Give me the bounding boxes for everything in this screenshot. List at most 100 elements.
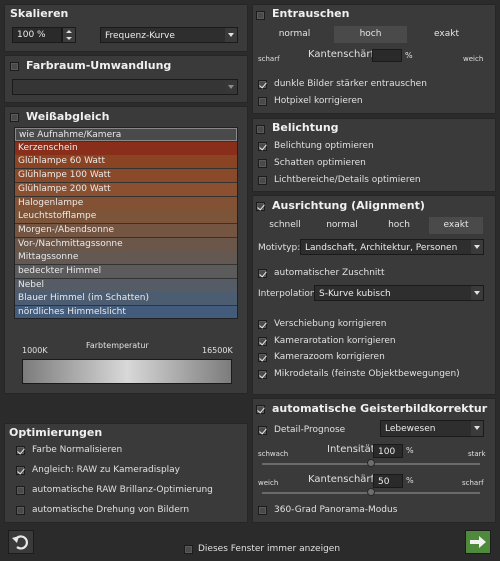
whitebalance-title: Weißabgleich xyxy=(26,110,110,123)
intensity-slider-knob[interactable] xyxy=(367,459,375,467)
option-label: Belichtung optimieren xyxy=(274,141,374,151)
wb-list-item[interactable]: bedeckter Himmel xyxy=(15,265,237,278)
scale-title: Skalieren xyxy=(10,7,69,20)
interp-value: S-Kurve kubisch xyxy=(319,289,391,299)
motiv-label: Motivtyp: xyxy=(258,243,301,253)
chevron-down-icon xyxy=(225,28,237,42)
option-label: Kamerazoom korrigieren xyxy=(274,352,385,362)
option-label: Schatten optimieren xyxy=(274,158,366,168)
scale-method-dropdown[interactable]: Frequenz-Kurve xyxy=(100,27,238,43)
wb-list-item[interactable]: Mittagssonne xyxy=(15,251,237,265)
intensity-field[interactable]: 100 xyxy=(373,444,403,458)
autocrop-label: automatischer Zuschnitt xyxy=(274,268,385,278)
autocrop-checkbox[interactable] xyxy=(258,269,267,278)
intensity-label: Intensität xyxy=(327,444,375,455)
panorama-checkbox[interactable] xyxy=(258,506,267,515)
denoise-sharp-field[interactable] xyxy=(372,49,402,62)
mode-button-normal[interactable]: normal xyxy=(315,217,369,234)
option-checkbox[interactable] xyxy=(16,466,25,475)
mode-button-hoch[interactable]: hoch xyxy=(372,217,426,234)
scale-stepper[interactable] xyxy=(62,27,76,43)
align-checkbox[interactable] xyxy=(256,202,265,211)
option-label: automatische Drehung von Bildern xyxy=(32,505,190,515)
wb-list-item[interactable]: Blauer Himmel (im Schatten) xyxy=(15,292,237,306)
wb-list-item[interactable]: Vor-/Nachmittagssonne xyxy=(15,237,237,251)
detail-checkbox[interactable] xyxy=(258,426,267,435)
wb-list-item[interactable]: Morgen-/Abendsonne xyxy=(15,223,237,237)
denoise-right-label: weich xyxy=(463,55,484,63)
intensity-unit: % xyxy=(406,446,414,455)
temp-min-label: 1000K xyxy=(22,346,48,355)
sharp-slider-knob[interactable] xyxy=(367,488,375,496)
mode-button-hoch[interactable]: hoch xyxy=(334,26,407,43)
temperature-bar[interactable] xyxy=(22,359,232,384)
option-checkbox[interactable] xyxy=(258,369,267,379)
option-checkbox[interactable] xyxy=(258,353,267,362)
colorspace-dropdown[interactable] xyxy=(12,79,238,95)
option-checkbox[interactable] xyxy=(258,320,267,329)
denoise-unit: % xyxy=(405,51,413,60)
colorspace-checkbox[interactable] xyxy=(10,62,19,71)
denoise-hotpixel-checkbox[interactable] xyxy=(258,97,267,106)
option-checkbox[interactable] xyxy=(258,336,267,346)
align-title: Ausrichtung (Alignment) xyxy=(272,199,425,212)
ghost-sharp-field[interactable]: 50 xyxy=(373,474,403,488)
wb-list-item[interactable]: Halogenlampe xyxy=(15,196,237,210)
temp-title-label: Farbtemperatur xyxy=(86,341,149,350)
denoise-dark-checkbox[interactable] xyxy=(258,80,267,89)
wb-list-item[interactable]: Glühlampe 60 Watt xyxy=(15,155,237,169)
whitebalance-checkbox[interactable] xyxy=(10,113,19,122)
option-label: Angleich: RAW zu Kameradisplay xyxy=(32,465,180,475)
wb-list-item[interactable]: Nebel xyxy=(15,278,237,292)
denoise-left-label: scharf xyxy=(258,55,280,63)
mode-button-exakt[interactable]: exakt xyxy=(410,26,483,43)
option-label: Lichtbereiche/Details optimieren xyxy=(274,175,421,185)
whitebalance-list[interactable]: wie Aufnahme/Kamera Kerzenschein Glühlampe… xyxy=(14,127,238,319)
mode-button-normal[interactable]: normal xyxy=(258,26,331,43)
wb-list-item[interactable]: Leuchtstofflampe xyxy=(15,210,237,224)
denoise-hotpixel-label: Hotpixel korrigieren xyxy=(274,96,363,106)
denoise-dark-label: dunkle Bilder stärker entrauschen xyxy=(274,79,427,89)
undo-button[interactable] xyxy=(8,530,34,554)
sharp-right-label: scharf xyxy=(462,479,484,487)
option-checkbox[interactable] xyxy=(258,176,267,185)
wb-list-item[interactable]: Kerzenschein xyxy=(15,141,237,155)
scale-percent-field[interactable]: 100 % xyxy=(12,27,62,43)
panorama-label: 360-Grad Panorama-Modus xyxy=(274,505,398,515)
option-checkbox[interactable] xyxy=(258,159,267,168)
option-checkbox[interactable] xyxy=(258,142,267,151)
mode-button-schnell[interactable]: schnell xyxy=(258,217,312,234)
wb-list-item[interactable]: Glühlampe 100 Watt xyxy=(15,169,237,183)
stepper-arrows-icon xyxy=(66,30,72,40)
interp-dropdown[interactable]: S-Kurve kubisch xyxy=(314,285,484,301)
sharp-left-label: weich xyxy=(258,479,279,487)
ghost-title: automatische Geisterbildkorrektur xyxy=(272,402,488,415)
colorspace-title: Farbraum-Umwandlung xyxy=(26,59,172,72)
denoise-sharp-label: Kantenschärfe xyxy=(308,49,381,60)
optim-title: Optimierungen xyxy=(9,426,103,439)
chevron-down-icon xyxy=(225,80,237,94)
exposure-title: Belichtung xyxy=(272,121,339,134)
wb-list-item[interactable]: nördliches Himmelslicht xyxy=(15,306,237,318)
detail-dropdown[interactable]: Lebewesen xyxy=(380,420,484,437)
undo-icon xyxy=(12,535,28,550)
arrow-right-icon xyxy=(470,536,486,548)
show-window-checkbox[interactable] xyxy=(184,545,193,554)
wb-list-item[interactable]: wie Aufnahme/Kamera xyxy=(15,128,237,141)
exposure-checkbox[interactable] xyxy=(256,125,265,134)
ghost-checkbox[interactable] xyxy=(256,405,265,414)
interp-label: Interpolation: xyxy=(258,289,319,299)
option-checkbox[interactable] xyxy=(16,446,25,455)
chevron-down-icon xyxy=(471,286,483,300)
motiv-value: Landschaft, Architektur, Personen xyxy=(305,243,458,253)
chevron-down-icon xyxy=(471,421,483,436)
denoise-checkbox[interactable] xyxy=(256,11,265,20)
intensity-left-label: schwach xyxy=(258,450,289,458)
next-button[interactable] xyxy=(465,530,491,554)
mode-button-exakt[interactable]: exakt xyxy=(429,217,483,234)
option-checkbox[interactable] xyxy=(16,486,25,495)
option-checkbox[interactable] xyxy=(16,506,25,515)
wb-list-item[interactable]: Glühlampe 200 Watt xyxy=(15,182,237,196)
motiv-dropdown[interactable]: Landschaft, Architektur, Personen xyxy=(300,239,484,255)
detail-label: Detail-Prognose xyxy=(274,425,346,435)
